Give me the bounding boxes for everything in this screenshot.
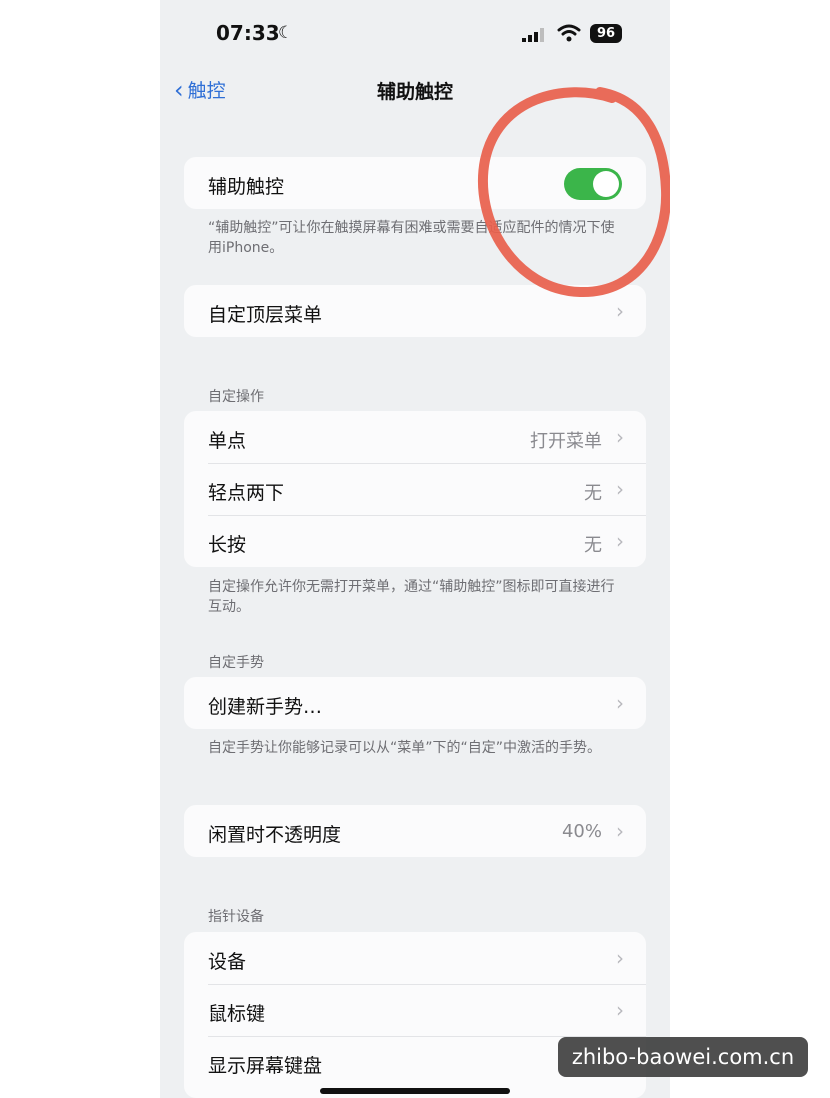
single-tap-value: 打开菜单: [530, 431, 602, 452]
assistive-touch-label: 辅助触控: [208, 176, 285, 198]
pointer-devices-header: 指针设备: [208, 909, 264, 925]
chevron-right-icon: ›: [616, 425, 624, 449]
chevron-right-icon: ›: [616, 946, 624, 970]
custom-gestures-card: 创建新手势… ›: [184, 677, 646, 729]
create-gesture-row[interactable]: 创建新手势… ›: [184, 677, 646, 729]
annotation-circle: [478, 87, 670, 298]
double-tap-row[interactable]: 轻点两下 无 ›: [184, 463, 646, 515]
double-tap-value: 无: [584, 483, 602, 504]
custom-actions-card: 单点 打开菜单 › 轻点两下 无 › 长按 无 ›: [184, 411, 646, 567]
watermark: zhibo-baowei.com.cn: [558, 1037, 808, 1077]
long-press-row[interactable]: 长按 无 ›: [184, 515, 646, 567]
mouse-keys-label: 鼠标键: [208, 1003, 266, 1025]
single-tap-row[interactable]: 单点 打开菜单 ›: [184, 411, 646, 463]
chevron-right-icon: ›: [616, 819, 624, 843]
wifi-icon: [557, 24, 581, 42]
chevron-right-icon: ›: [616, 529, 624, 553]
onscreen-keyboard-label: 显示屏幕键盘: [208, 1055, 323, 1077]
idle-opacity-label: 闲置时不透明度: [208, 824, 342, 846]
create-gesture-label: 创建新手势…: [208, 696, 323, 718]
idle-opacity-card: 闲置时不透明度 40% ›: [184, 805, 646, 857]
devices-row[interactable]: 设备 ›: [184, 932, 646, 984]
custom-actions-footer: 自定操作允许你无需打开菜单，通过“辅助触控”图标即可直接进行互动。: [208, 579, 615, 615]
idle-opacity-value: 40%: [561, 821, 602, 842]
chevron-right-icon: ›: [616, 998, 624, 1022]
chevron-right-icon: ›: [616, 477, 624, 501]
status-bar: 07:33 ☾ 96: [160, 0, 670, 60]
moon-icon: ☾: [278, 23, 294, 43]
long-press-label: 长按: [208, 534, 247, 556]
status-time: 07:33: [216, 21, 280, 45]
single-tap-label: 单点: [208, 430, 247, 452]
battery-indicator: 96: [590, 24, 622, 43]
chevron-right-icon: ›: [616, 691, 624, 715]
long-press-value: 无: [584, 535, 602, 556]
custom-actions-header: 自定操作: [208, 389, 264, 405]
customize-top-menu-label: 自定顶层菜单: [208, 304, 323, 326]
devices-label: 设备: [208, 951, 247, 973]
custom-gestures-header: 自定手势: [208, 655, 264, 671]
cellular-signal-icon: [522, 28, 544, 42]
idle-opacity-row[interactable]: 闲置时不透明度 40% ›: [184, 805, 646, 857]
double-tap-label: 轻点两下: [208, 482, 285, 504]
mouse-keys-row[interactable]: 鼠标键 ›: [184, 984, 646, 1036]
home-indicator[interactable]: [320, 1088, 510, 1094]
custom-gestures-footer: 自定手势让你能够记录可以从“菜单”下的“自定”中激活的手势。: [208, 740, 602, 756]
